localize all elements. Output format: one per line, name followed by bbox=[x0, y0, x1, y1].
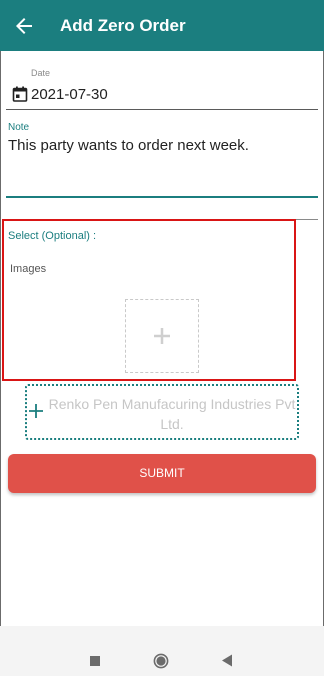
recents-square-icon[interactable] bbox=[90, 656, 100, 666]
date-underline bbox=[6, 109, 318, 110]
images-label: Images bbox=[10, 263, 47, 275]
status-bar bbox=[0, 0, 324, 3]
arrow-left-icon bbox=[16, 18, 32, 34]
calendar-icon bbox=[12, 86, 28, 102]
back-button[interactable] bbox=[12, 14, 36, 38]
note-label: Note bbox=[8, 122, 30, 133]
date-label: Date bbox=[31, 68, 51, 78]
plus-icon bbox=[154, 328, 170, 344]
app-bar: Add Zero Order bbox=[0, 0, 324, 51]
add-image-button[interactable] bbox=[125, 299, 199, 373]
note-field[interactable]: This party wants to order next week. bbox=[8, 137, 313, 193]
plus-icon bbox=[29, 404, 43, 418]
home-circle-icon[interactable] bbox=[153, 653, 169, 669]
submit-button[interactable]: SUBMIT bbox=[8, 454, 316, 493]
select-label: Select (Optional) : bbox=[8, 230, 97, 242]
page-title: Add Zero Order bbox=[60, 16, 186, 35]
page-left-edge bbox=[0, 51, 1, 626]
party-select-button[interactable]: Renko Pen Manufacuring Industries Pvt Lt… bbox=[25, 384, 299, 440]
note-underline bbox=[6, 196, 318, 198]
party-name: Renko Pen Manufacuring Industries Pvt Lt… bbox=[48, 396, 296, 432]
back-triangle-icon[interactable] bbox=[221, 654, 233, 667]
date-field[interactable]: 2021-07-30 bbox=[31, 86, 108, 103]
